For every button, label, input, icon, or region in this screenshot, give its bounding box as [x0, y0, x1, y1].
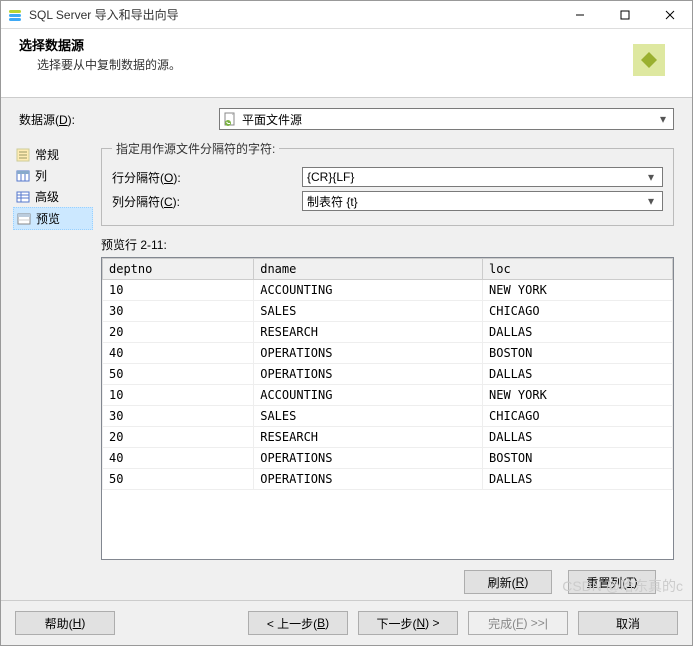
table-row[interactable]: 40OPERATIONSBOSTON	[103, 448, 673, 469]
columns-icon	[15, 168, 31, 184]
table-cell: CHICAGO	[483, 406, 673, 427]
sidebar-item-general[interactable]: 常规	[13, 144, 93, 165]
table-cell: DALLAS	[483, 364, 673, 385]
table-cell: 20	[103, 427, 254, 448]
table-cell: DALLAS	[483, 427, 673, 448]
datasource-select[interactable]: 平面文件源 ▾	[219, 108, 674, 130]
table-cell: CHICAGO	[483, 301, 673, 322]
close-button[interactable]	[647, 1, 692, 28]
table-cell: SALES	[254, 301, 483, 322]
preview-grid[interactable]: deptnodnameloc 10ACCOUNTINGNEW YORK30SAL…	[101, 257, 674, 560]
cancel-button[interactable]: 取消	[578, 611, 678, 635]
next-button[interactable]: 下一步(N) >	[358, 611, 458, 635]
help-button[interactable]: 帮助(H)	[15, 611, 115, 635]
table-row[interactable]: 10ACCOUNTINGNEW YORK	[103, 385, 673, 406]
table-row[interactable]: 10ACCOUNTINGNEW YORK	[103, 280, 673, 301]
sidebar-item-advanced[interactable]: 高级	[13, 186, 93, 207]
table-cell: NEW YORK	[483, 280, 673, 301]
table-cell: 30	[103, 406, 254, 427]
finish-button[interactable]: 完成(F) >>|	[468, 611, 568, 635]
table-cell: 10	[103, 280, 254, 301]
maximize-button[interactable]	[602, 1, 647, 28]
table-cell: 40	[103, 343, 254, 364]
table-cell: OPERATIONS	[254, 343, 483, 364]
chevron-down-icon: ▾	[644, 194, 658, 208]
row-delimiter-value: {CR}{LF}	[307, 170, 644, 184]
table-cell: RESEARCH	[254, 322, 483, 343]
table-cell: DALLAS	[483, 469, 673, 490]
table-cell: 40	[103, 448, 254, 469]
table-cell: DALLAS	[483, 322, 673, 343]
table-cell: OPERATIONS	[254, 364, 483, 385]
page-subtitle: 选择要从中复制数据的源。	[19, 56, 624, 73]
wizard-footer: 帮助(H) < 上一步(B) 下一步(N) > 完成(F) >>| 取消	[1, 600, 692, 645]
minimize-button[interactable]	[557, 1, 602, 28]
table-cell: ACCOUNTING	[254, 385, 483, 406]
table-cell: ACCOUNTING	[254, 280, 483, 301]
table-row[interactable]: 40OPERATIONSBOSTON	[103, 343, 673, 364]
table-row[interactable]: 20RESEARCHDALLAS	[103, 322, 673, 343]
column-header[interactable]: deptno	[103, 259, 254, 280]
datasource-value: 平面文件源	[242, 111, 655, 128]
reset-columns-button[interactable]: 重置列(T)	[568, 570, 656, 594]
sidebar-item-label: 高级	[35, 188, 59, 205]
flatfile-icon	[222, 111, 238, 127]
titlebar: SQL Server 导入和导出向导	[1, 1, 692, 29]
table-cell: 50	[103, 469, 254, 490]
datasource-label: 数据源(D):	[19, 111, 219, 128]
row-delimiter-label: 行分隔符(O):	[112, 169, 302, 186]
preview-label: 预览行 2-11:	[101, 236, 674, 253]
sidebar-item-preview[interactable]: 预览	[13, 207, 93, 230]
refresh-button[interactable]: 刷新(R)	[464, 570, 552, 594]
page-title: 选择数据源	[19, 35, 624, 54]
chevron-down-icon: ▾	[655, 112, 671, 126]
sidebar-item-label: 常规	[35, 146, 59, 163]
row-delimiter-select[interactable]: {CR}{LF} ▾	[302, 167, 663, 187]
delimiter-legend: 指定用作源文件分隔符的字符:	[112, 140, 279, 157]
wizard-icon	[624, 35, 674, 85]
col-delimiter-label: 列分隔符(C):	[112, 193, 302, 210]
table-cell: BOSTON	[483, 448, 673, 469]
window-title: SQL Server 导入和导出向导	[29, 6, 557, 23]
col-delimiter-select[interactable]: 制表符 {t} ▾	[302, 191, 663, 211]
sidebar-item-label: 预览	[36, 210, 60, 227]
general-icon	[15, 147, 31, 163]
table-cell: RESEARCH	[254, 427, 483, 448]
back-button[interactable]: < 上一步(B)	[248, 611, 348, 635]
table-row[interactable]: 30SALESCHICAGO	[103, 406, 673, 427]
preview-icon	[16, 211, 32, 227]
table-row[interactable]: 20RESEARCHDALLAS	[103, 427, 673, 448]
table-row[interactable]: 50OPERATIONSDALLAS	[103, 364, 673, 385]
delimiter-group: 指定用作源文件分隔符的字符: 行分隔符(O): {CR}{LF} ▾ 列分隔符(…	[101, 140, 674, 226]
table-cell: OPERATIONS	[254, 469, 483, 490]
table-cell: SALES	[254, 406, 483, 427]
column-header[interactable]: loc	[483, 259, 673, 280]
table-cell: NEW YORK	[483, 385, 673, 406]
table-cell: 20	[103, 322, 254, 343]
column-header[interactable]: dname	[254, 259, 483, 280]
app-icon	[7, 7, 23, 23]
col-delimiter-value: 制表符 {t}	[307, 193, 644, 210]
chevron-down-icon: ▾	[644, 170, 658, 184]
table-cell: OPERATIONS	[254, 448, 483, 469]
wizard-header: 选择数据源 选择要从中复制数据的源。	[1, 29, 692, 98]
sidebar: 常规 列 高级 预览	[13, 140, 93, 600]
table-cell: BOSTON	[483, 343, 673, 364]
table-cell: 10	[103, 385, 254, 406]
sidebar-item-label: 列	[35, 167, 47, 184]
table-row[interactable]: 30SALESCHICAGO	[103, 301, 673, 322]
sidebar-item-columns[interactable]: 列	[13, 165, 93, 186]
table-row[interactable]: 50OPERATIONSDALLAS	[103, 469, 673, 490]
table-cell: 30	[103, 301, 254, 322]
advanced-icon	[15, 189, 31, 205]
table-cell: 50	[103, 364, 254, 385]
